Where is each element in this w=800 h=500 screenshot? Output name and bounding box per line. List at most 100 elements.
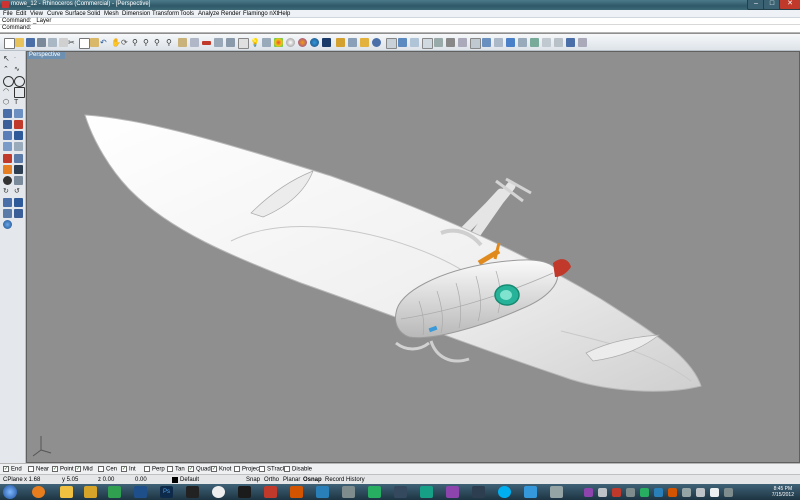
material-icon[interactable]: [274, 38, 283, 47]
solid-box-icon[interactable]: [3, 120, 12, 129]
app-icon[interactable]: [446, 486, 459, 498]
viewport-canvas[interactable]: [27, 52, 800, 464]
osnap-point[interactable]: ✓ Point: [52, 466, 74, 474]
render-preview-icon[interactable]: [298, 38, 307, 47]
circle-icon[interactable]: [3, 76, 14, 87]
undo-view-icon[interactable]: [178, 38, 187, 47]
system-clock[interactable]: 8:45 PM 7/15/2012: [772, 486, 794, 498]
app-icon[interactable]: [394, 486, 407, 498]
four-viewports-icon[interactable]: [190, 38, 199, 47]
flamingo-environment-icon[interactable]: [422, 38, 433, 49]
layer-color-swatch[interactable]: [172, 477, 178, 483]
flamingo-lights-icon[interactable]: [410, 38, 419, 47]
point-icon[interactable]: ·: [14, 54, 23, 63]
import-icon[interactable]: [48, 38, 57, 47]
app-icon[interactable]: [420, 486, 433, 498]
menu-flamingo[interactable]: Flamingo nXt: [243, 10, 278, 18]
undo-icon[interactable]: ↶: [100, 38, 109, 47]
osnap-int[interactable]: ✓ Int: [121, 466, 136, 474]
firefox-icon[interactable]: [32, 486, 45, 498]
osnap-end[interactable]: ✓ End: [3, 466, 22, 474]
menu-surface[interactable]: Surface: [65, 10, 86, 18]
flamingo-sun-icon[interactable]: [482, 38, 491, 47]
open-folder-icon[interactable]: [15, 38, 24, 47]
drafting-icon[interactable]: [3, 154, 12, 163]
join-icon[interactable]: ↻: [3, 187, 12, 196]
checkbox[interactable]: ✓: [211, 466, 217, 472]
checkbox[interactable]: ✓: [75, 466, 81, 472]
cplane-icon[interactable]: [226, 38, 235, 47]
help-icon[interactable]: [372, 38, 381, 47]
tray-onenote-icon[interactable]: [584, 488, 593, 497]
ortho-pane[interactable]: Ortho: [262, 476, 281, 484]
menu-help[interactable]: Help: [278, 10, 290, 18]
osnap-near[interactable]: Near: [28, 466, 49, 474]
zoom-window-icon[interactable]: ⚲: [143, 38, 152, 47]
group-icon[interactable]: [3, 209, 12, 218]
osnap-disable[interactable]: Disable: [284, 466, 312, 474]
osnap-knot[interactable]: ✓ Knot: [211, 466, 231, 474]
properties-icon[interactable]: [59, 38, 68, 47]
checkbox[interactable]: [144, 466, 150, 472]
zoom-icon[interactable]: ⚲: [132, 38, 141, 47]
hatch-icon[interactable]: [14, 142, 23, 151]
text-icon[interactable]: T: [14, 98, 23, 107]
app-icon[interactable]: [524, 486, 537, 498]
explorer-icon[interactable]: [60, 486, 73, 498]
named-views-icon[interactable]: [202, 41, 211, 45]
grid-icon[interactable]: [214, 38, 223, 47]
tool-d-icon[interactable]: [578, 38, 587, 47]
save-icon[interactable]: [26, 38, 35, 47]
viewport-title-tab[interactable]: Perspective: [27, 52, 65, 59]
checkbox[interactable]: [259, 466, 265, 472]
block-icon[interactable]: [14, 154, 23, 163]
zoom-extents-icon[interactable]: ⚲: [154, 38, 163, 47]
cut-icon[interactable]: ✂: [68, 38, 77, 47]
render-sphere-icon[interactable]: [286, 38, 295, 47]
zoom-selected-icon[interactable]: ⚲: [166, 38, 175, 47]
new-file-icon[interactable]: [4, 38, 15, 49]
osnap-pane[interactable]: Osnap: [301, 476, 324, 484]
current-layer[interactable]: Default: [180, 476, 199, 484]
copy-icon[interactable]: [79, 38, 90, 49]
checkbox[interactable]: ✓: [52, 466, 58, 472]
app-icon[interactable]: [550, 486, 563, 498]
menu-edit[interactable]: Edit: [16, 10, 26, 18]
checkbox[interactable]: [167, 466, 173, 472]
tray-icon[interactable]: [626, 488, 635, 497]
osnap-mid[interactable]: ✓ Mid: [75, 466, 93, 474]
tray-icon[interactable]: [668, 488, 677, 497]
flamingo-nxt-icon[interactable]: [530, 38, 539, 47]
record-history-pane[interactable]: Record History: [323, 476, 367, 484]
osnap-cen[interactable]: Cen: [98, 466, 117, 474]
menu-view[interactable]: View: [30, 10, 43, 18]
start-button-icon[interactable]: [3, 485, 17, 499]
menu-mesh[interactable]: Mesh: [104, 10, 119, 18]
media-icon[interactable]: [108, 486, 121, 498]
render-icon[interactable]: [322, 38, 331, 47]
menu-dimension[interactable]: Dimension: [122, 10, 150, 18]
tray-icon[interactable]: [654, 488, 663, 497]
solid-tools-icon[interactable]: [14, 120, 23, 129]
explode-icon[interactable]: ↺: [14, 187, 23, 196]
flamingo-render-icon[interactable]: [386, 38, 397, 49]
split-icon[interactable]: [14, 198, 23, 207]
snap-pane[interactable]: Snap: [244, 476, 262, 484]
flamingo-camera-icon[interactable]: [470, 38, 481, 49]
photoshop-icon[interactable]: Ps: [160, 486, 173, 498]
rotate-view-icon[interactable]: ⟳: [121, 38, 130, 47]
paste-icon[interactable]: [90, 38, 99, 47]
perspective-viewport[interactable]: [26, 51, 800, 463]
planar-pane[interactable]: Planar: [281, 476, 302, 484]
ellipse-icon[interactable]: [14, 76, 25, 87]
tray-icon[interactable]: [612, 488, 621, 497]
flamingo-image-icon[interactable]: [446, 38, 455, 47]
checkbox[interactable]: ✓: [3, 466, 9, 472]
environment-icon[interactable]: [310, 38, 319, 47]
checkbox[interactable]: [234, 466, 240, 472]
app-icon[interactable]: [342, 486, 355, 498]
flamingo-decal-icon[interactable]: [494, 38, 503, 47]
zbrush-icon[interactable]: [186, 486, 199, 498]
flamingo-material-icon[interactable]: [398, 38, 407, 47]
fillet-icon[interactable]: [14, 176, 23, 185]
